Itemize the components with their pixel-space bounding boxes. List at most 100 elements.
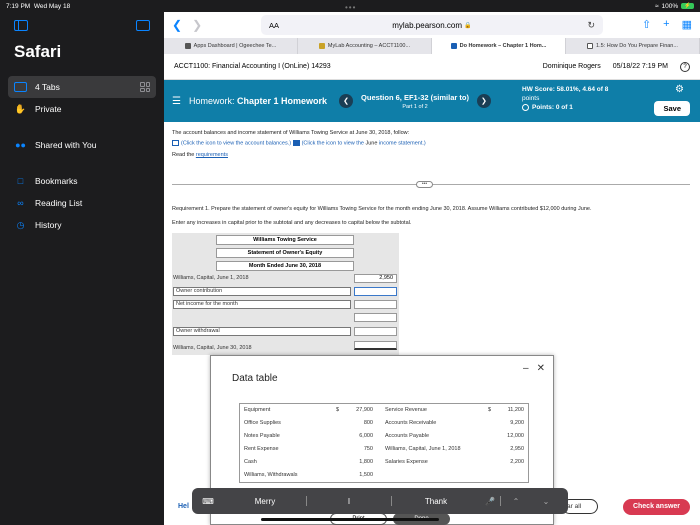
ws-value-input[interactable]: 2,950 <box>354 274 397 283</box>
link-text: (Click the icon to view the <box>301 140 366 147</box>
score-text: HW Score: 58.01%, 4.64 of 8 <box>522 86 609 93</box>
table-row: Office Supplies 800 Accounts Receivable … <box>242 417 526 430</box>
modal-title: Data table <box>232 373 278 384</box>
cell: 12,000 <box>507 433 524 439</box>
sidebar-toggle-icon[interactable] <box>14 19 28 31</box>
cell: Williams, Capital, June 1, 2018 <box>385 446 461 452</box>
cell: 27,900 <box>356 407 373 413</box>
ws-row-label-input[interactable]: Net income for the month <box>173 300 351 309</box>
save-button[interactable]: Save <box>654 101 690 116</box>
bookmark-icon: □ <box>17 176 24 186</box>
ws-value-input[interactable] <box>354 287 397 296</box>
chevron-up-icon[interactable]: ⌃ <box>501 497 531 506</box>
tab-overview-icon[interactable]: ▦ <box>682 18 692 31</box>
ws-row-label: Williams, Capital, June 1, 2018 <box>173 275 249 281</box>
ws-value-input[interactable] <box>354 327 397 336</box>
expand-handle-icon[interactable]: ••• <box>416 181 433 188</box>
new-tab-group-icon[interactable] <box>136 19 150 31</box>
browser-tab[interactable]: MyLab Accounting – ACCT1100... <box>298 38 432 54</box>
battery-icon: ⚡ <box>681 3 694 9</box>
requirements-link[interactable]: requirements <box>196 152 228 158</box>
income-statement-link[interactable]: (Click the icon to view the June income … <box>302 140 426 146</box>
people-icon: ●● <box>15 140 26 150</box>
cell: $ <box>336 407 340 413</box>
user-name: Dominique Rogers <box>542 63 601 70</box>
sidebar-item-bookmarks[interactable]: □ Bookmarks <box>0 170 164 192</box>
question-title: Question 6, EF1-32 (similar to) <box>361 92 469 102</box>
back-icon[interactable]: ❮ <box>172 18 182 32</box>
favicon-icon <box>318 43 325 49</box>
table-icon[interactable] <box>292 140 300 146</box>
requirement-text: Requirement 1. Prepare the statement of … <box>172 206 692 234</box>
suggestion-3[interactable]: Thank <box>392 497 480 506</box>
ws-total-input[interactable] <box>354 341 397 350</box>
table-row: Equipment $ 27,900 Service Revenue $ 11,… <box>242 404 526 417</box>
tab-bar: Apps Dashboard | Ogeechee Te... MyLab Ac… <box>164 38 700 54</box>
prev-question-button[interactable]: ❮ <box>339 94 354 108</box>
keyboard-icon[interactable]: ⌨ <box>192 497 224 506</box>
share-icon[interactable]: ⇧ <box>642 18 651 31</box>
minimize-icon[interactable]: – <box>523 363 529 374</box>
points-row: Points: 0 of 1 <box>522 103 608 112</box>
tab-overview-icon[interactable] <box>140 82 150 92</box>
requirement-1: Requirement 1. Prepare the statement of … <box>172 206 592 212</box>
sidebar-item-shared[interactable]: ●● Shared with You <box>0 134 164 156</box>
course-title: ACCT1100: Financial Accounting I (OnLine… <box>174 63 331 70</box>
cell: Rent Expense <box>244 446 279 452</box>
question-info[interactable]: Question 6, EF1-32 (similar to) Part 1 o… <box>361 93 469 110</box>
multitask-dots-icon[interactable]: ••• <box>345 3 356 12</box>
sidebar-item-label: Private <box>35 104 62 114</box>
ws-value-input[interactable] <box>354 300 397 309</box>
suggestion-2[interactable]: I <box>307 497 391 506</box>
hw-score: HW Score: 58.01%, 4.64 of 8 points Point… <box>522 85 608 112</box>
cell: 9,200 <box>510 420 524 426</box>
cell: 2,950 <box>510 446 524 452</box>
table-row: Notes Payable 6,000 Accounts Payable 12,… <box>242 430 526 443</box>
points-text: Points: 0 of 1 <box>532 104 573 111</box>
read-text: Read the <box>172 152 196 159</box>
sidebar-item-tabs[interactable]: 4 Tabs <box>8 76 156 98</box>
tab-label: MyLab Accounting – ACCT1100... <box>327 43 411 49</box>
close-icon[interactable]: ✕ <box>537 363 545 374</box>
sidebar-item-reading-list[interactable]: ∞ Reading List <box>0 192 164 214</box>
course-header: ACCT1100: Financial Accounting I (OnLine… <box>164 54 700 80</box>
table-icon[interactable] <box>172 140 179 146</box>
homework-chapter: Chapter 1 Homework <box>237 96 328 106</box>
microphone-icon[interactable]: 🎤 <box>480 497 500 506</box>
requirement-note: Enter any increases in capital prior to … <box>172 220 412 226</box>
ws-row-label-input[interactable]: Owner withdrawal <box>173 327 351 336</box>
chevron-down-icon[interactable]: ⌄ <box>531 497 561 506</box>
forward-icon[interactable]: ❯ <box>192 18 202 32</box>
suggestion-1[interactable]: Merry <box>224 497 306 506</box>
cell: Service Revenue <box>385 407 427 413</box>
address-bar[interactable]: AA mylab.pearson.com 🔒 ↻ <box>261 15 603 35</box>
help-link[interactable]: Hel <box>178 503 189 510</box>
status-date: Wed May 18 <box>33 2 71 10</box>
menu-icon[interactable]: ☰ <box>172 96 181 107</box>
browser-tab[interactable]: Apps Dashboard | Ogeechee Te... <box>164 38 298 54</box>
browser-tab[interactable]: 1.5: How Do You Prepare Finan... <box>566 38 700 54</box>
account-balances-link[interactable]: (Click the icon to view the account bala… <box>181 140 291 146</box>
cell: Cash <box>244 459 257 465</box>
wifi-icon: ≈ <box>654 2 659 10</box>
intro-text: The account balances and income statemen… <box>172 130 410 136</box>
ws-row-label-input[interactable]: Owner contribution <box>173 287 351 296</box>
reload-icon[interactable]: ↻ <box>587 20 595 31</box>
cell: 800 <box>363 420 373 426</box>
gear-icon[interactable]: ⚙ <box>675 84 684 95</box>
cell: 6,000 <box>359 433 373 439</box>
check-answer-button[interactable]: Check answer <box>623 499 690 515</box>
sidebar-item-label: History <box>35 220 62 230</box>
hand-icon: ✋ <box>14 103 27 114</box>
cell: Williams, Withdrawals <box>244 472 298 478</box>
ws-subtotal-input[interactable] <box>354 313 397 322</box>
next-question-button[interactable]: ❯ <box>476 94 491 108</box>
cell: 1,800 <box>359 459 373 465</box>
link-text: June <box>365 140 378 147</box>
sidebar-item-private[interactable]: ✋ Private <box>0 98 164 120</box>
sidebar-item-history[interactable]: ◷ History <box>0 214 164 236</box>
browser-tab-active[interactable]: Do Homework – Chapter 1 Hom... <box>432 38 566 54</box>
new-tab-icon[interactable]: + <box>663 18 669 31</box>
help-icon[interactable]: ? <box>680 61 690 72</box>
reader-options-button[interactable]: AA <box>269 21 279 30</box>
